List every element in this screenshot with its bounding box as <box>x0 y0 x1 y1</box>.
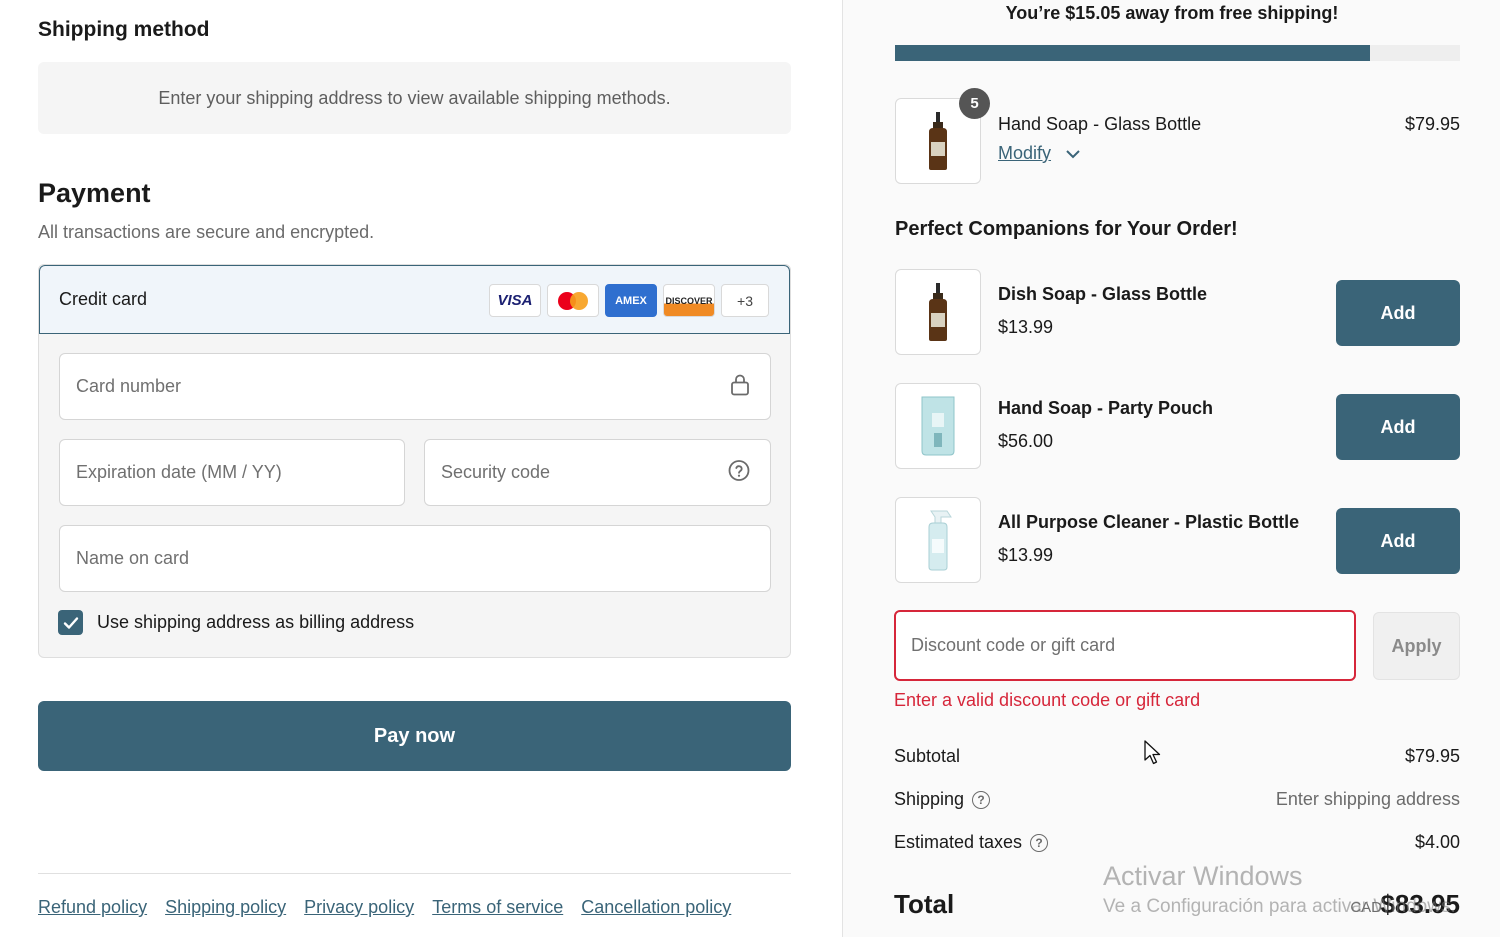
name-on-card-placeholder: Name on card <box>76 548 190 568</box>
companion-image-party-pouch <box>895 383 981 469</box>
free-shipping-progress <box>895 45 1460 61</box>
terms-of-service-link[interactable]: Terms of service <box>432 897 563 918</box>
lock-icon <box>730 373 750 400</box>
card-brands: VISA AMEX DISCOVER +3 <box>489 284 769 317</box>
checkmark-icon <box>63 616 78 629</box>
security-code-field[interactable]: Security code <box>424 439 771 506</box>
companion-name: All Purpose Cleaner - Plastic Bottle <box>998 512 1300 532</box>
quantity-badge: 5 <box>959 88 990 119</box>
discover-icon: DISCOVER <box>663 284 715 317</box>
cart-item-name: Hand Soap - Glass Bottle <box>998 114 1202 134</box>
cart-item-price: $79.95 <box>1404 114 1460 134</box>
free-shipping-progress-fill <box>895 45 1370 61</box>
shipping-method-heading: Shipping method <box>38 18 210 41</box>
credit-card-label: Credit card <box>59 289 148 309</box>
companion-price: $13.99 <box>998 317 1054 337</box>
discount-code-placeholder: Discount code or gift card <box>911 635 1116 655</box>
subtotal-label-text: Subtotal <box>894 746 961 766</box>
expiration-date-field[interactable]: Expiration date (MM / YY) <box>59 439 405 506</box>
footer-links: Refund policy Shipping policy Privacy po… <box>38 897 731 918</box>
pouch-icon <box>921 396 955 456</box>
order-summary: You’re $15.05 away from free shipping! 5… <box>842 0 1500 937</box>
chevron-down-icon <box>1066 149 1080 158</box>
glass-bottle-icon <box>929 112 947 170</box>
modify-link[interactable]: Modify <box>998 143 1081 164</box>
shipping-method-info: Enter your shipping address to view avai… <box>38 62 791 134</box>
taxes-value: $4.00 <box>1414 832 1460 852</box>
payment-subtitle: All transactions are secure and encrypte… <box>38 222 375 242</box>
add-all-purpose-cleaner-button[interactable]: Add <box>1336 508 1460 574</box>
payment-heading: Payment <box>38 178 151 208</box>
discount-code-input[interactable]: Discount code or gift card <box>894 610 1356 681</box>
taxes-help-icon[interactable]: ? <box>1030 833 1049 852</box>
shipping-value: Enter shipping address <box>1275 789 1460 809</box>
security-code-placeholder: Security code <box>441 462 551 482</box>
spray-bottle-icon <box>928 510 952 571</box>
companions-heading: Perfect Companions for Your Order! <box>895 218 1238 240</box>
companion-name: Dish Soap - Glass Bottle <box>998 284 1208 304</box>
apply-discount-button[interactable]: Apply <box>1373 612 1460 680</box>
card-number-placeholder: Card number <box>76 376 182 396</box>
cancellation-policy-link[interactable]: Cancellation policy <box>581 897 731 918</box>
subtotal-value: $79.95 <box>1404 746 1460 766</box>
shipping-policy-link[interactable]: Shipping policy <box>165 897 286 918</box>
card-number-field[interactable]: Card number <box>59 353 771 420</box>
companion-image-all-purpose-cleaner <box>895 497 981 583</box>
subtotal-label: Subtotal <box>894 746 960 767</box>
windows-activation-subtitle: Ve a Configuración para activar Windows. <box>1103 896 1456 917</box>
visa-icon: VISA <box>489 284 541 317</box>
companion-price: $56.00 <box>998 431 1054 451</box>
taxes-label-text: Estimated taxes <box>894 832 1023 852</box>
credit-card-option[interactable]: Credit card VISA AMEX DISCOVER +3 <box>39 265 790 334</box>
amex-icon: AMEX <box>605 284 657 317</box>
windows-activation-title: Activar Windows <box>1103 861 1303 891</box>
more-brands-badge[interactable]: +3 <box>721 284 769 317</box>
shipping-label: Shipping ? <box>894 789 991 810</box>
shipping-label-text: Shipping <box>894 789 965 809</box>
billing-address-label: Use shipping address as billing address <box>97 612 415 632</box>
free-shipping-message: You’re $15.05 away from free shipping! <box>1005 3 1339 23</box>
add-dish-soap-button[interactable]: Add <box>1336 280 1460 346</box>
taxes-label: Estimated taxes ? <box>894 832 1049 853</box>
expiration-date-placeholder: Expiration date (MM / YY) <box>76 462 282 482</box>
footer-divider <box>38 873 791 874</box>
modify-label: Modify <box>998 143 1052 163</box>
companion-image-dish-soap <box>895 269 981 355</box>
name-on-card-field[interactable]: Name on card <box>59 525 771 592</box>
discount-error-message: Enter a valid discount code or gift card <box>894 690 1201 710</box>
mastercard-icon <box>547 284 599 317</box>
pay-now-button[interactable]: Pay now <box>38 701 791 771</box>
add-party-pouch-button[interactable]: Add <box>1336 394 1460 460</box>
companion-price: $13.99 <box>998 545 1054 565</box>
help-circle-icon[interactable] <box>728 459 750 486</box>
checkout-main: Shipping method Enter your shipping addr… <box>0 0 842 937</box>
glass-bottle-icon <box>929 283 947 341</box>
credit-card-panel: Credit card VISA AMEX DISCOVER +3 Card n… <box>38 264 791 658</box>
refund-policy-link[interactable]: Refund policy <box>38 897 147 918</box>
billing-address-checkbox[interactable] <box>58 610 83 635</box>
total-label: Total <box>894 889 955 919</box>
billing-address-checkbox-row[interactable]: Use shipping address as billing address <box>58 610 414 635</box>
privacy-policy-link[interactable]: Privacy policy <box>304 897 414 918</box>
shipping-help-icon[interactable]: ? <box>972 790 991 809</box>
companion-name: Hand Soap - Party Pouch <box>998 398 1214 418</box>
mouse-cursor-icon <box>1144 740 1162 771</box>
